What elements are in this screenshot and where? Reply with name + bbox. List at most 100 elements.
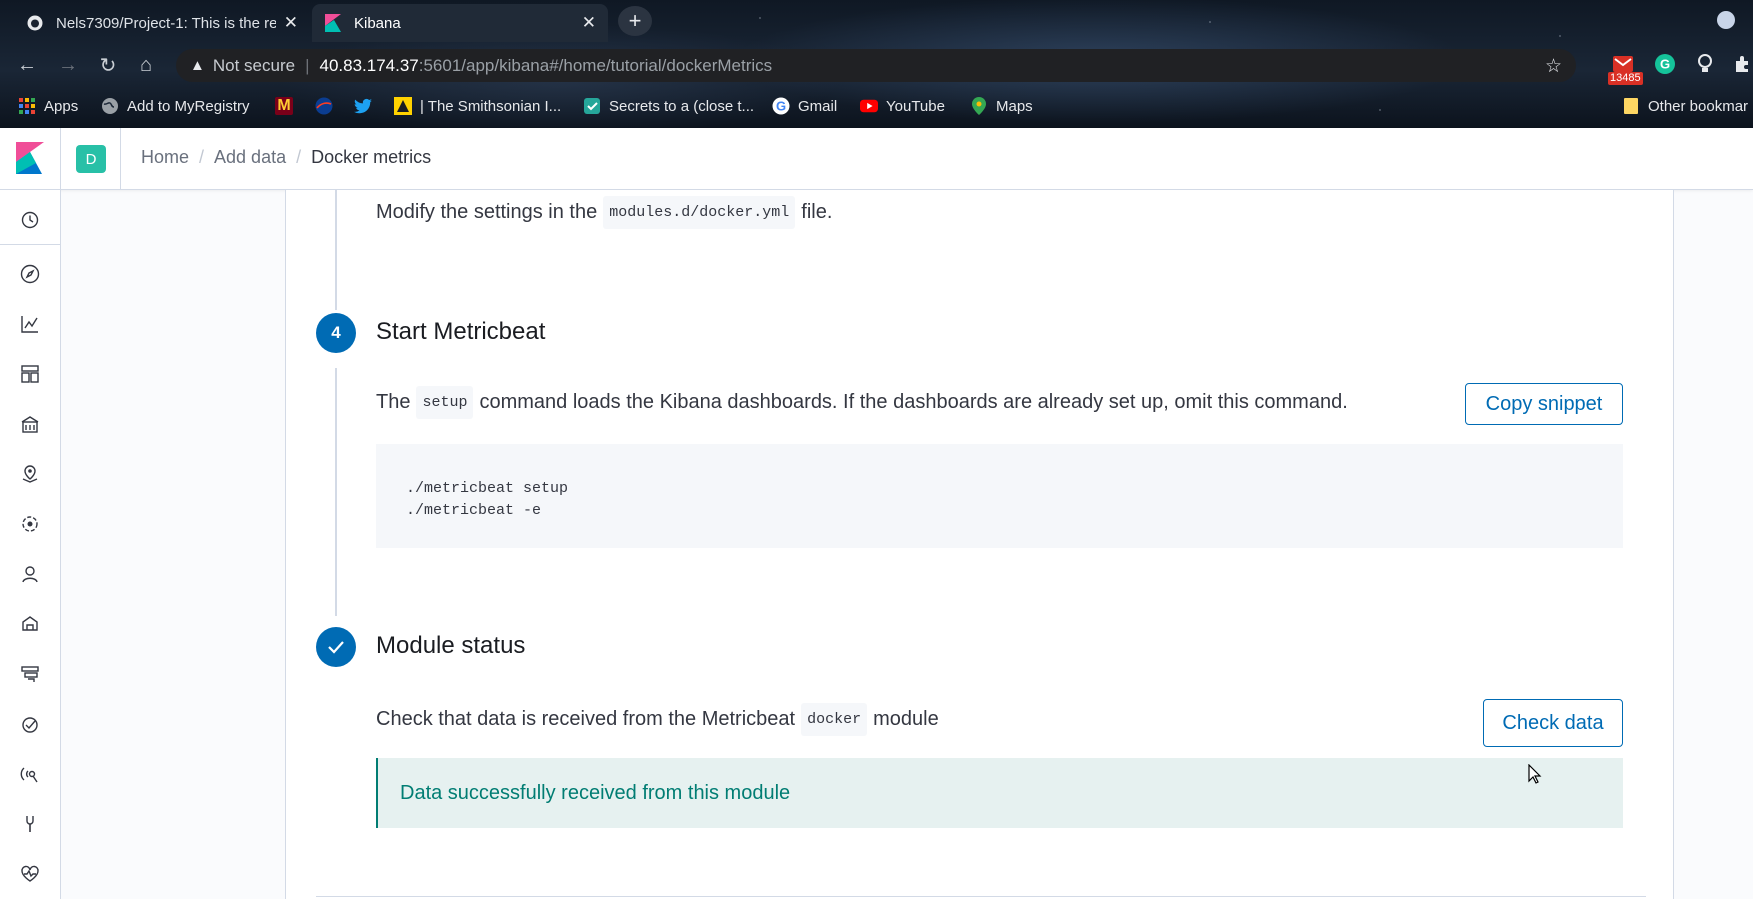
- bookmark-star-icon[interactable]: ☆: [1545, 55, 1562, 78]
- bookmark-smithsonian[interactable]: | The Smithsonian I...: [394, 94, 561, 118]
- mail-count-badge: 13485: [1608, 72, 1643, 85]
- url-host: 40.83.174.37: [319, 55, 419, 75]
- success-callout: Data successfully received from this mod…: [376, 758, 1623, 828]
- step-rail: [335, 190, 337, 310]
- profile-icon[interactable]: [1717, 11, 1735, 29]
- bookmark-other[interactable]: Other bookmar: [1622, 94, 1748, 118]
- new-tab-button[interactable]: +: [618, 6, 652, 36]
- checkmark-icon: [328, 641, 344, 654]
- bookmark-nasa[interactable]: [315, 94, 341, 118]
- modify-prefix: Modify the settings in the: [376, 201, 598, 223]
- header-divider: [60, 128, 61, 189]
- copy-snippet-button[interactable]: Copy snippet: [1465, 383, 1623, 425]
- minnesota-m-icon: M: [275, 97, 293, 115]
- lightbulb-extension-icon[interactable]: [1694, 53, 1716, 75]
- tab-github[interactable]: Nels7309/Project-1: This is the re ✕: [14, 4, 310, 42]
- address-separator: |: [305, 55, 310, 75]
- bookmark-label: Other bookmar: [1648, 97, 1749, 115]
- check-data-description: Check that data is received from the Met…: [376, 703, 939, 736]
- stack-monitoring-icon[interactable]: [18, 862, 42, 886]
- browser-chrome: Nels7309/Project-1: This is the re ✕ Kib…: [0, 0, 1753, 128]
- setup-code: setup: [416, 386, 474, 419]
- twitter-icon: [354, 97, 372, 115]
- reload-icon[interactable]: ↻: [96, 53, 120, 77]
- kibana-header: D Home / Add data / Docker metrics: [0, 128, 1753, 190]
- setup-description: The setup command loads the Kibana dashb…: [376, 386, 1348, 419]
- discover-icon[interactable]: [18, 262, 42, 286]
- step-status-check: [316, 627, 356, 667]
- siem-icon[interactable]: [18, 762, 42, 786]
- bookmark-label: Apps: [44, 97, 79, 115]
- back-icon[interactable]: ←: [15, 53, 39, 77]
- bookmark-apps[interactable]: Apps: [18, 94, 78, 118]
- security-label: Not secure: [212, 55, 296, 75]
- bookmark-secrets[interactable]: Secrets to a (close t...: [583, 94, 754, 118]
- step-title-module-status: Module status: [376, 632, 526, 659]
- grammarly-icon[interactable]: G: [1654, 53, 1676, 75]
- modify-settings-text: Modify the settings in the modules.d/doc…: [376, 196, 832, 229]
- nasa-icon: [315, 97, 333, 115]
- breadcrumb-home[interactable]: Home: [141, 147, 189, 168]
- close-tab-icon[interactable]: ✕: [284, 13, 298, 33]
- recently-viewed-icon[interactable]: [18, 208, 42, 232]
- metrics-icon[interactable]: [18, 562, 42, 586]
- space-avatar[interactable]: D: [76, 145, 106, 173]
- github-icon: [26, 14, 44, 32]
- check-suffix: module: [873, 708, 939, 730]
- header-divider: [120, 128, 121, 189]
- side-nav: [0, 190, 61, 899]
- bookmark-minnesota[interactable]: M: [275, 94, 301, 118]
- uptime-icon[interactable]: [18, 712, 42, 736]
- bookmark-gmail[interactable]: G Gmail: [772, 94, 837, 118]
- maps-icon[interactable]: [18, 462, 42, 486]
- tab-title: Kibana: [354, 14, 401, 32]
- code-line: ./metricbeat setup: [406, 480, 569, 497]
- address-bar[interactable]: ▲ Not secure | 40.83.174.37 :5601/app/ki…: [176, 49, 1576, 82]
- breadcrumb-separator: /: [296, 147, 302, 167]
- visualize-icon[interactable]: [18, 312, 42, 336]
- bookmark-label: YouTube: [886, 97, 945, 115]
- apm-icon[interactable]: [18, 662, 42, 686]
- bookmark-twitter[interactable]: [354, 94, 380, 118]
- kibana-logo[interactable]: [16, 142, 44, 174]
- svg-text:G: G: [776, 99, 786, 114]
- breadcrumb-separator: /: [199, 147, 205, 167]
- extensions-puzzle-icon[interactable]: [1731, 53, 1753, 75]
- ml-icon[interactable]: [18, 512, 42, 536]
- bookmark-label: Secrets to a (close t...: [609, 97, 755, 115]
- success-message: Data successfully received from this mod…: [400, 781, 791, 804]
- dashboard-icon[interactable]: [18, 362, 42, 386]
- bookmark-label: | The Smithsonian I...: [420, 97, 562, 115]
- browser-toolbar: ← → ↻ ⌂ ▲ Not secure | 40.83.174.37 :560…: [0, 44, 1753, 86]
- step-rail: [335, 368, 337, 616]
- google-icon: G: [772, 97, 790, 115]
- tab-kibana[interactable]: Kibana ✕: [312, 4, 608, 42]
- step-number-4: 4: [316, 313, 356, 353]
- bookmark-label: Maps: [996, 97, 1033, 115]
- globe-icon: [101, 97, 119, 115]
- bookmark-myregistry[interactable]: Add to MyRegistry: [101, 94, 250, 118]
- warning-icon[interactable]: ▲: [190, 57, 205, 74]
- bookmark-site-icon: [583, 97, 601, 115]
- bookmark-maps[interactable]: Maps: [970, 94, 1033, 118]
- tab-strip: Nels7309/Project-1: This is the re ✕ Kib…: [0, 0, 1753, 42]
- bookmark-label: Add to MyRegistry: [127, 97, 250, 115]
- bookmark-youtube[interactable]: YouTube: [860, 94, 945, 118]
- apps-grid-icon: [18, 97, 36, 115]
- check-data-button[interactable]: Check data: [1483, 699, 1623, 747]
- check-prefix: Check that data is received from the Met…: [376, 708, 796, 730]
- dev-tools-icon[interactable]: [18, 812, 42, 836]
- bookmarks-bar: Apps Add to MyRegistry M | The Smithsoni: [0, 88, 1753, 124]
- home-icon[interactable]: ⌂: [134, 53, 158, 77]
- logs-icon[interactable]: [18, 612, 42, 636]
- module-code: docker: [801, 703, 868, 736]
- canvas-icon[interactable]: [18, 412, 42, 436]
- tab-title: Nels7309/Project-1: This is the re: [56, 14, 276, 32]
- close-tab-icon[interactable]: ✕: [582, 13, 596, 33]
- code-block[interactable]: ./metricbeat setup ./metricbeat -e: [376, 444, 1623, 548]
- bookmark-label: Gmail: [798, 97, 838, 115]
- forward-icon[interactable]: →: [56, 53, 80, 77]
- breadcrumb-add-data[interactable]: Add data: [214, 147, 286, 168]
- folder-icon: [1622, 97, 1640, 115]
- setup-prefix: The: [376, 391, 411, 413]
